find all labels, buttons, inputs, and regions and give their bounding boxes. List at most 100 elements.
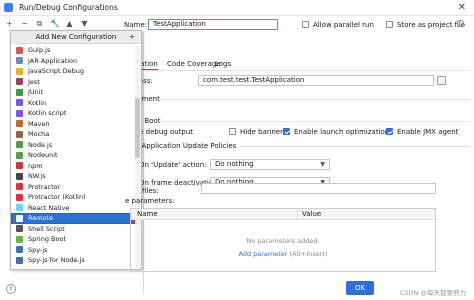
- config-type-item[interactable]: Node.js: [11, 140, 135, 151]
- hide-banner-label: Hide banner: [240, 128, 283, 136]
- watermark: CSDN @每天都要努力: [399, 289, 466, 297]
- config-type-icon: [16, 256, 23, 264]
- name-label: Name:: [124, 21, 148, 29]
- config-type-item[interactable]: Shell Script: [11, 224, 135, 235]
- config-type-item[interactable]: Protractor (Kotlin): [11, 192, 135, 203]
- column-header-value[interactable]: Value: [302, 210, 321, 218]
- config-type-icon: [16, 57, 23, 65]
- remove-icon[interactable]: −: [20, 19, 29, 28]
- scroll-thumb[interactable]: [135, 98, 140, 158]
- app-icon: [4, 3, 13, 12]
- config-type-item[interactable]: npm: [11, 161, 135, 172]
- move-down-icon[interactable]: ▼: [80, 19, 89, 28]
- config-type-item[interactable]: JUnit: [11, 87, 135, 98]
- config-type-item[interactable]: NW.js: [11, 171, 135, 182]
- allow-parallel-label: Allow parallel run: [313, 21, 374, 29]
- config-type-item[interactable]: Spring Boot: [11, 234, 135, 245]
- config-type-item[interactable]: Remote: [11, 213, 135, 224]
- config-type-item[interactable]: Kotlin script: [11, 108, 135, 119]
- config-type-icon: [16, 193, 23, 201]
- config-type-icon: [16, 246, 23, 254]
- config-type-item[interactable]: Spy-js: [11, 245, 135, 256]
- config-type-item[interactable]: Spy-js for Node.js: [11, 255, 135, 266]
- on-update-select[interactable]: Do nothing ▼: [210, 159, 330, 170]
- config-type-icon: [16, 183, 23, 191]
- settings-gear-icon[interactable]: [457, 20, 464, 27]
- config-type-label: Kotlin: [28, 98, 47, 107]
- add-icon[interactable]: +: [5, 19, 14, 28]
- config-type-item[interactable]: React Native: [11, 203, 135, 214]
- config-type-item[interactable]: Mocha: [11, 129, 135, 140]
- config-type-label: Jest: [28, 77, 40, 86]
- store-as-file-label: Store as project file: [397, 21, 466, 29]
- config-type-label: Spy-js: [28, 245, 48, 254]
- chevron-down-icon: ▼: [320, 161, 325, 168]
- active-profiles-field[interactable]: [201, 183, 436, 194]
- store-as-file-checkbox[interactable]: [386, 21, 393, 28]
- copy-icon[interactable]: ⧉: [35, 19, 44, 29]
- environment-divider: [160, 99, 470, 100]
- column-header-name[interactable]: Name: [137, 210, 158, 218]
- title-bar: Run/Debug Configurations ✕: [0, 0, 474, 16]
- menu-icon[interactable]: ÷: [129, 31, 135, 44]
- add-parameter-link[interactable]: Add parameter: [238, 250, 287, 258]
- allow-parallel-checkbox[interactable]: [302, 21, 309, 28]
- config-type-label: Spy-js for Node.js: [28, 256, 85, 264]
- config-type-label: JavaScript Debug: [28, 67, 85, 75]
- move-up-icon[interactable]: ▲: [65, 19, 74, 28]
- popup-title: Add New Configuration: [35, 33, 117, 41]
- config-type-label: npm: [28, 161, 43, 170]
- config-type-icon: [16, 88, 23, 96]
- config-type-icon: [16, 67, 23, 75]
- main-class-field[interactable]: com.test.test.TestApplication: [198, 75, 434, 86]
- config-type-icon: [16, 204, 23, 212]
- config-type-item[interactable]: JavaScript Debug: [11, 66, 135, 77]
- launch-optimization-label: Enable launch optimization: [294, 128, 390, 136]
- hide-banner-checkbox[interactable]: [229, 128, 236, 135]
- config-type-label: Protractor (Kotlin): [28, 193, 86, 201]
- popup-header: Add New Configuration ÷: [11, 31, 141, 44]
- help-icon[interactable]: ?: [6, 284, 16, 294]
- config-type-label: Protractor: [28, 182, 61, 191]
- config-type-icon: [16, 141, 23, 149]
- browse-icon[interactable]: [437, 76, 446, 85]
- config-type-item[interactable]: Kotlin: [11, 98, 135, 109]
- config-type-icon: [16, 172, 23, 180]
- config-type-item[interactable]: Gulp.js: [11, 45, 135, 56]
- on-update-label: On 'Update' action:: [139, 161, 207, 169]
- config-toolbar: + − ⧉ 🔧 ▲ ▼: [5, 17, 89, 30]
- config-type-icon: [16, 151, 23, 159]
- config-type-icon: [16, 99, 23, 107]
- config-type-item[interactable]: JAR Application: [11, 56, 135, 67]
- wrench-icon[interactable]: 🔧: [50, 19, 60, 28]
- config-type-label: Shell Script: [28, 224, 65, 233]
- config-type-icon: [16, 120, 23, 128]
- tab-code-coverage[interactable]: Code Coverage: [167, 60, 221, 68]
- config-type-item[interactable]: Nodeunit: [11, 150, 135, 161]
- config-type-label: Nodeunit: [28, 151, 58, 159]
- column-separator: [297, 209, 298, 220]
- config-type-label: JUnit: [28, 88, 44, 96]
- config-type-icon: [16, 46, 23, 54]
- config-type-item[interactable]: Jest: [11, 77, 135, 88]
- jmx-agent-label: Enable JMX agent: [397, 128, 459, 136]
- launch-optimization-checkbox[interactable]: [283, 128, 290, 135]
- config-type-icon: [16, 225, 23, 233]
- parameters-table: Name Value No parameters added. Add para…: [130, 208, 436, 272]
- config-type-item[interactable]: Protractor: [11, 182, 135, 193]
- config-type-label: Mocha: [28, 130, 50, 138]
- config-type-label: Remote: [28, 214, 54, 222]
- config-type-item[interactable]: Maven: [11, 119, 135, 130]
- ok-button[interactable]: OK: [346, 281, 375, 295]
- config-type-icon: [16, 235, 23, 243]
- config-type-label: Gulp.js: [28, 46, 51, 54]
- jmx-agent-checkbox[interactable]: [386, 128, 393, 135]
- tab-logs[interactable]: Logs: [215, 60, 231, 68]
- config-type-label: NW.js: [28, 172, 46, 180]
- close-icon[interactable]: ✕: [458, 2, 466, 13]
- on-update-value: Do nothing: [215, 160, 254, 168]
- override-params-label: e parameters:: [125, 197, 175, 205]
- add-parameter-row: Add parameter (Alt+Insert): [131, 250, 435, 258]
- name-field[interactable]: TestApplication: [148, 19, 278, 30]
- configuration-type-list: Gulp.js JAR Application JavaScript Debug Je…: [11, 45, 135, 266]
